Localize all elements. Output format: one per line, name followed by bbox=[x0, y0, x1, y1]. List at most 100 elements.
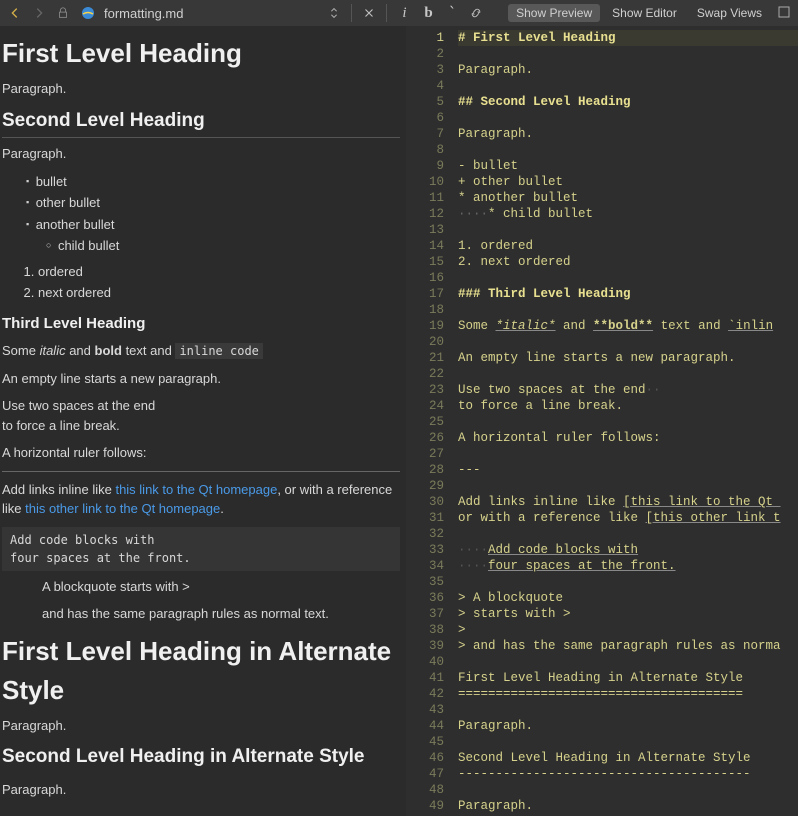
code-line[interactable]: ### Third Level Heading bbox=[458, 286, 798, 302]
line-number: 19 bbox=[406, 318, 444, 334]
line-number: 29 bbox=[406, 478, 444, 494]
expand-button[interactable] bbox=[774, 6, 794, 21]
code-line[interactable] bbox=[458, 222, 798, 238]
code-line[interactable]: --------------------------------------- bbox=[458, 766, 798, 782]
code-line[interactable] bbox=[458, 446, 798, 462]
text: Use two spaces at the end bbox=[2, 398, 155, 413]
code-line[interactable]: A horizontal ruler follows: bbox=[458, 430, 798, 446]
code-segment: Add links inline like bbox=[458, 495, 623, 509]
lock-button[interactable] bbox=[52, 2, 74, 24]
code-line[interactable]: ····four spaces at the front. bbox=[458, 558, 798, 574]
line-number: 39 bbox=[406, 638, 444, 654]
preview-link[interactable]: this link to the Qt homepage bbox=[115, 482, 277, 497]
code-line[interactable]: Paragraph. bbox=[458, 798, 798, 814]
code-button[interactable]: ` bbox=[441, 2, 463, 24]
line-number: 26 bbox=[406, 430, 444, 446]
code-line[interactable]: - bullet bbox=[458, 158, 798, 174]
code-line[interactable]: Add links inline like [this link to the … bbox=[458, 494, 798, 510]
line-number: 47 bbox=[406, 766, 444, 782]
code-line[interactable]: ····Add code blocks with bbox=[458, 542, 798, 558]
line-number: 8 bbox=[406, 142, 444, 158]
code-line[interactable]: > bbox=[458, 622, 798, 638]
code-segment: An empty line starts a new paragraph. bbox=[458, 351, 736, 365]
code-line[interactable] bbox=[458, 526, 798, 542]
code-line[interactable] bbox=[458, 270, 798, 286]
line-number: 6 bbox=[406, 110, 444, 126]
code-line[interactable]: ====================================== bbox=[458, 686, 798, 702]
code-segment: Second Level Heading in Alternate Style bbox=[458, 751, 751, 765]
code-line[interactable] bbox=[458, 414, 798, 430]
updown-button[interactable] bbox=[323, 2, 345, 24]
code-line[interactable] bbox=[458, 334, 798, 350]
line-number: 12 bbox=[406, 206, 444, 222]
code-line[interactable] bbox=[458, 782, 798, 798]
code-segment: + other bullet bbox=[458, 175, 563, 189]
code-segment: > A blockquote bbox=[458, 591, 563, 605]
show-preview-button[interactable]: Show Preview bbox=[508, 4, 600, 22]
code-line[interactable]: An empty line starts a new paragraph. bbox=[458, 350, 798, 366]
preview-link[interactable]: this other link to the Qt homepage bbox=[25, 501, 220, 516]
code-line[interactable]: ····* child bullet bbox=[458, 206, 798, 222]
back-button[interactable] bbox=[4, 2, 26, 24]
code-line[interactable] bbox=[458, 110, 798, 126]
code-line[interactable]: # First Level Heading bbox=[458, 30, 798, 46]
code-line[interactable]: or with a reference like [this other lin… bbox=[458, 510, 798, 526]
code-segment: ···· bbox=[458, 559, 488, 573]
show-editor-button[interactable]: Show Editor bbox=[604, 4, 685, 22]
blockquote-line: A blockquote starts with > bbox=[42, 577, 400, 597]
code-line[interactable]: to force a line break. bbox=[458, 398, 798, 414]
code-line[interactable]: > A blockquote bbox=[458, 590, 798, 606]
preview-paragraph: Paragraph. bbox=[2, 144, 400, 164]
code-line[interactable]: Some *italic* and **bold** text and `inl… bbox=[458, 318, 798, 334]
code-line[interactable]: Paragraph. bbox=[458, 62, 798, 78]
view-group: Show Preview Show Editor Swap Views bbox=[508, 4, 794, 22]
line-number: 40 bbox=[406, 654, 444, 670]
code-line[interactable]: > starts with > bbox=[458, 606, 798, 622]
code-line[interactable]: Second Level Heading in Alternate Style bbox=[458, 750, 798, 766]
code-line[interactable]: Paragraph. bbox=[458, 126, 798, 142]
code-line[interactable] bbox=[458, 78, 798, 94]
code-line[interactable] bbox=[458, 46, 798, 62]
line-number: 37 bbox=[406, 606, 444, 622]
code-line[interactable]: 2. next ordered bbox=[458, 254, 798, 270]
line-number: 33 bbox=[406, 542, 444, 558]
preview-bullet-list: bullet other bullet another bullet child… bbox=[26, 172, 400, 256]
code-line[interactable]: * another bullet bbox=[458, 190, 798, 206]
code-line[interactable]: --- bbox=[458, 462, 798, 478]
preview-pane[interactable]: First Level Heading Paragraph. Second Le… bbox=[0, 26, 406, 816]
chevron-left-icon bbox=[8, 6, 22, 20]
swap-views-button[interactable]: Swap Views bbox=[689, 4, 770, 22]
editor-pane[interactable]: 1234567891011121314151617181920212223242… bbox=[406, 26, 798, 816]
code-segment: * another bullet bbox=[458, 191, 578, 205]
forward-button[interactable] bbox=[28, 2, 50, 24]
code-line[interactable]: First Level Heading in Alternate Style bbox=[458, 670, 798, 686]
bold-button[interactable]: b bbox=[417, 2, 439, 24]
inline-code: inline code bbox=[175, 343, 262, 359]
code-line[interactable] bbox=[458, 302, 798, 318]
code-line[interactable]: ## Second Level Heading bbox=[458, 94, 798, 110]
code-line[interactable] bbox=[458, 702, 798, 718]
code-line[interactable]: 1. ordered bbox=[458, 238, 798, 254]
italic-button[interactable]: i bbox=[393, 2, 415, 24]
code-line[interactable]: Paragraph. bbox=[458, 718, 798, 734]
line-number: 18 bbox=[406, 302, 444, 318]
link-button[interactable] bbox=[465, 2, 487, 24]
horizontal-rule bbox=[2, 471, 400, 472]
line-number: 1 bbox=[406, 30, 444, 46]
close-button[interactable] bbox=[358, 2, 380, 24]
code-line[interactable] bbox=[458, 366, 798, 382]
line-number: 11 bbox=[406, 190, 444, 206]
code-line[interactable] bbox=[458, 734, 798, 750]
code-line[interactable]: > and has the same paragraph rules as no… bbox=[458, 638, 798, 654]
code-line[interactable]: + other bullet bbox=[458, 174, 798, 190]
code-line[interactable] bbox=[458, 574, 798, 590]
line-number: 3 bbox=[406, 62, 444, 78]
code-line[interactable] bbox=[458, 478, 798, 494]
code-segment: ## Second Level Heading bbox=[458, 95, 631, 109]
line-number: 49 bbox=[406, 798, 444, 814]
code-area[interactable]: # First Level Heading Paragraph. ## Seco… bbox=[452, 26, 798, 816]
code-line[interactable] bbox=[458, 654, 798, 670]
code-line[interactable]: Use two spaces at the end·· bbox=[458, 382, 798, 398]
preview-paragraph: Paragraph. bbox=[2, 79, 400, 99]
code-line[interactable] bbox=[458, 142, 798, 158]
